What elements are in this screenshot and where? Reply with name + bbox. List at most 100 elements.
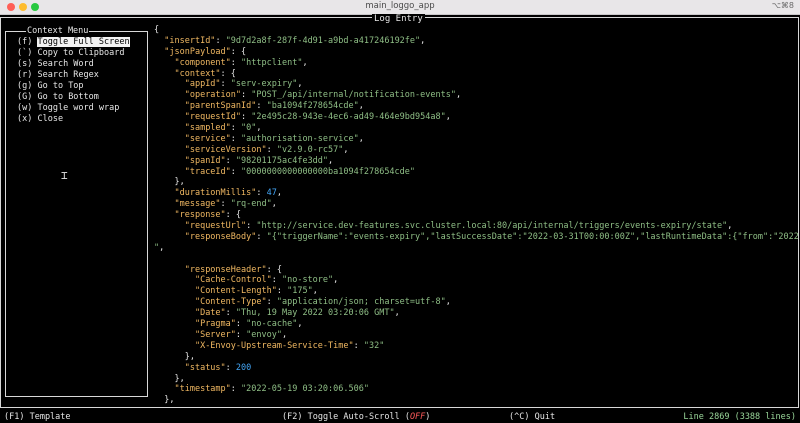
menu-item-key: (x) xyxy=(17,114,33,124)
json-punctuation xyxy=(154,199,174,209)
json-punctuation: , xyxy=(281,329,288,340)
json-key: "Content-Length" xyxy=(194,286,277,297)
json-punctuation: , xyxy=(302,57,308,68)
json-punctuation xyxy=(154,363,185,373)
json-string: "0" xyxy=(241,123,257,134)
menu-item-label: Copy to Clipboard xyxy=(37,48,125,58)
json-string: "no-store" xyxy=(281,275,334,286)
json-punctuation: : xyxy=(225,308,236,319)
json-string: "2022-05-19 03:20:06.506" xyxy=(241,384,369,395)
json-punctuation xyxy=(154,58,174,68)
json-punctuation xyxy=(154,319,195,329)
json-key: "requestUrl" xyxy=(184,221,247,232)
json-key: "Cache-Control" xyxy=(194,275,272,286)
menu-item-label: Go to Top xyxy=(37,81,84,91)
context-menu-item[interactable]: (f) Toggle Full Screen xyxy=(17,37,130,48)
json-key: "component" xyxy=(174,57,231,68)
log-line: "requestId": "2e495c28-943e-4ec6-ad49-46… xyxy=(154,112,800,123)
menu-item-key: (`) xyxy=(17,48,33,58)
json-punctuation xyxy=(154,286,195,296)
json-key: "durationMillis" xyxy=(174,188,257,199)
json-punctuation xyxy=(154,221,185,231)
context-menu-item[interactable]: (G) Go to Bottom xyxy=(17,92,130,103)
log-line: "insertId": "9d7d2a8f-287f-4d91-a9bd-a41… xyxy=(154,36,800,47)
context-menu-item[interactable]: (r) Search Regex xyxy=(17,70,130,81)
log-line: "traceId": "0000000000000000ba1094f27865… xyxy=(154,167,800,178)
log-line: "service": "authorisation-service", xyxy=(154,134,800,145)
json-punctuation: : xyxy=(230,384,242,395)
json-punctuation: , xyxy=(358,101,364,112)
json-key: "responseHeader" xyxy=(184,264,267,275)
log-line: "response": { xyxy=(154,210,800,221)
json-punctuation xyxy=(154,275,195,285)
json-punctuation: }, xyxy=(154,177,185,188)
json-punctuation: : xyxy=(220,199,231,210)
json-punctuation: : xyxy=(230,57,242,68)
log-line: "X-Envoy-Upstream-Service-Time": "32" xyxy=(154,341,800,352)
quit-shortcut[interactable]: (^C) Quit xyxy=(509,411,555,423)
json-key: "operation" xyxy=(184,90,242,101)
status-bar: (F1) Template (F2) Toggle Auto-Scroll (O… xyxy=(0,411,800,423)
log-line: }, xyxy=(154,177,800,188)
autoscroll-toggle[interactable]: (F2) Toggle Auto-Scroll (OFF) xyxy=(282,411,430,423)
log-line: "context": { xyxy=(154,69,800,80)
json-punctuation: , xyxy=(297,319,303,330)
menu-item-key: (f) xyxy=(17,37,33,47)
log-line: "responseBody": "{"triggerName":"events-… xyxy=(154,232,800,243)
json-punctuation: : xyxy=(230,123,242,134)
json-punctuation xyxy=(154,134,185,144)
menu-item-label: Search Word xyxy=(37,59,94,69)
json-punctuation xyxy=(154,145,185,155)
json-string: "POST_/api/internal/notification-events" xyxy=(251,90,456,101)
menu-item-label: Toggle word wrap xyxy=(37,103,120,113)
json-string: "0000000000000000ba1094f278654cde" xyxy=(241,166,416,177)
template-shortcut[interactable]: (F1) Template xyxy=(4,411,71,423)
json-punctuation: : xyxy=(256,101,267,112)
menu-item-key: (G) xyxy=(17,92,33,102)
json-punctuation: : xyxy=(256,231,267,242)
log-line: "component": "httpclient", xyxy=(154,58,800,69)
log-line: "timestamp": "2022-05-19 03:20:06.506" xyxy=(154,384,800,395)
json-punctuation: : { xyxy=(220,68,236,79)
menu-item-label: Toggle Full Screen xyxy=(37,37,130,47)
json-key: "Pragma" xyxy=(194,319,236,330)
json-key: "insertId" xyxy=(164,35,216,46)
context-menu-item[interactable]: (w) Toggle word wrap xyxy=(17,103,130,114)
json-punctuation: : xyxy=(235,319,247,330)
json-punctuation xyxy=(154,341,195,351)
json-punctuation xyxy=(154,36,164,46)
log-line: "serviceVersion": "v2.9.0-rc57", xyxy=(154,145,800,156)
menu-item-key: (g) xyxy=(17,81,33,91)
json-punctuation xyxy=(154,69,174,79)
json-punctuation: , xyxy=(455,90,462,101)
json-key: "response" xyxy=(174,210,226,221)
context-menu-item[interactable]: (s) Search Word xyxy=(17,59,130,70)
json-punctuation: : xyxy=(230,166,242,177)
log-entry-panel-title: Log Entry xyxy=(372,14,425,24)
json-punctuation: , xyxy=(312,286,318,297)
context-menu-item[interactable]: (x) Close xyxy=(17,114,130,125)
json-key: "service" xyxy=(184,133,231,144)
log-line: "Cache-Control": "no-store", xyxy=(154,275,800,286)
json-string: "v2.9.0-rc57" xyxy=(276,144,344,155)
json-punctuation: , xyxy=(256,123,262,134)
log-line: "spanId": "98201175ac4fe3dd", xyxy=(154,156,800,167)
json-punctuation xyxy=(154,112,185,122)
json-punctuation: }, xyxy=(154,395,175,406)
log-line: "jsonPayload": { xyxy=(154,47,800,58)
json-punctuation xyxy=(154,90,185,100)
json-key: "status" xyxy=(184,362,226,373)
json-string: "httpclient" xyxy=(241,57,303,68)
json-key: "traceId" xyxy=(184,166,231,177)
line-info: Line 2869 (3388 lines) xyxy=(683,412,796,422)
context-menu-item[interactable]: (g) Go to Top xyxy=(17,81,130,92)
json-punctuation: }, xyxy=(154,373,185,384)
context-menu-item[interactable]: (`) Copy to Clipboard xyxy=(17,48,130,59)
json-punctuation xyxy=(154,384,174,394)
menu-item-label: Go to Bottom xyxy=(37,92,99,102)
json-punctuation xyxy=(154,297,195,307)
json-punctuation: , xyxy=(159,242,165,253)
log-line: "Pragma": "no-cache", xyxy=(154,319,800,330)
log-line: { xyxy=(154,25,800,36)
